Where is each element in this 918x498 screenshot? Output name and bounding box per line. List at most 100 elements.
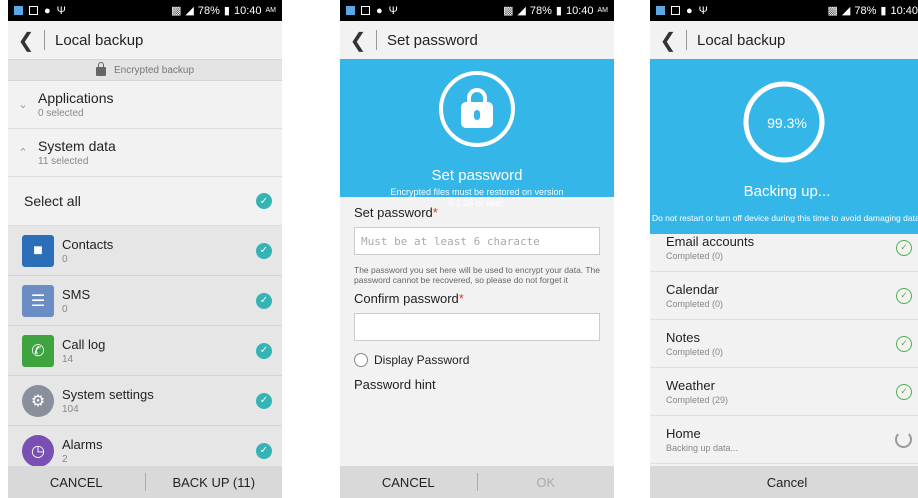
battery-icon: ▮ [555,5,562,17]
back-up-button[interactable]: BACK UP (11) [146,475,283,490]
item-name: Call log [62,336,106,352]
item-name: Home [666,426,701,441]
ok-button[interactable]: OK [478,475,615,490]
cat-icon: ● [44,4,51,17]
lock-icon [95,62,106,76]
chevron-down-icon: ⌄ [18,99,28,111]
image-icon [671,6,680,15]
cancel-button[interactable]: Cancel [650,475,918,490]
title-bar: ❮ Local backup [8,21,282,59]
action-bar: Cancel [650,466,918,498]
display-password-row[interactable]: Display Password [354,353,600,367]
list-item-sms[interactable]: ☰ SMS 0 ✓ [8,276,282,326]
image-icon [29,6,38,15]
item-count: 0 [62,253,68,265]
backup-selection-screen: ● Ψ ▩ ◢ 78% ▮ 10:40 AM ❮ Local backup En… [8,0,282,498]
completed-check-icon: ✓ [896,239,912,256]
set-password-input[interactable]: Must be at least 6 characte [354,227,600,255]
sms-icon: ☰ [22,284,54,317]
back-arrow-icon[interactable]: ❮ [14,28,38,53]
backing-up-label: Backing up... [743,183,831,200]
item-status: Backing up data... [666,443,739,453]
back-arrow-icon[interactable]: ❮ [656,28,680,53]
confirm-password-input[interactable] [354,313,600,341]
battery-level: 78% [854,4,877,17]
list-item-system-settings[interactable]: ⚙ System settings 104 ✓ [8,376,282,426]
progress-percent: 99.3% [767,115,807,131]
category-applications[interactable]: ⌄ Applications 0 selected [8,81,282,129]
battery-icon: ▮ [223,5,230,17]
item-count: 0 [62,303,68,315]
contacts-icon: ■ [22,234,54,267]
signal-icon: ◢ [517,5,526,17]
chevron-up-icon: ⌃ [18,147,28,159]
title-bar: ❮ Set password [340,21,614,59]
input-placeholder: Must be at least 6 characte [361,234,540,248]
check-icon[interactable]: ✓ [256,442,272,459]
check-icon[interactable]: ✓ [256,392,272,409]
list-item-call-log[interactable]: ✆ Call log 14 ✓ [8,326,282,376]
category-name: System data [38,138,116,154]
item-status: Completed (0) [666,347,724,357]
list-item-calendar: Calendar Completed (0) ✓ [650,272,918,320]
category-name: Applications [38,90,114,106]
select-all-label: Select all [24,193,81,209]
item-name: Calendar [666,282,719,297]
cancel-button[interactable]: CANCEL [340,475,477,490]
category-count: 0 selected [38,108,84,119]
completed-check-icon: ✓ [896,287,912,304]
sim-icon: ▩ [171,5,182,17]
battery-level: 78% [529,4,552,17]
item-name: Contacts [62,236,114,252]
divider [376,30,377,50]
clock: 10:40 [233,4,262,17]
list-item-contacts[interactable]: ■ Contacts 0 ✓ [8,226,282,276]
set-password-screen: ● Ψ ▩ ◢ 78% ▮ 10:40 AM ❮ Set password Se… [340,0,614,498]
settings-icon: ⚙ [22,384,54,417]
call-log-icon: ✆ [22,334,54,367]
cat-icon: ● [686,4,693,17]
usb-icon: Ψ [698,4,708,17]
battery-icon: ▮ [880,5,887,17]
usb-icon: Ψ [388,4,398,17]
notification-icon [656,6,665,15]
sim-icon: ▩ [503,5,514,17]
completed-check-icon: ✓ [896,335,912,352]
encrypted-backup-toggle[interactable]: Encrypted backup [8,59,282,81]
clock-ampm: AM [265,7,277,14]
hero-title: Set password [431,167,523,184]
password-help-text: The password you set here will be used t… [354,265,601,285]
action-bar: CANCEL BACK UP (11) [8,466,282,498]
divider [686,30,687,50]
progress-list: Email accounts Completed (0) ✓ Calendar … [650,224,918,464]
notification-icon [346,6,355,15]
item-name: Notes [666,330,700,345]
list-item-home: Home Backing up data... [650,416,918,464]
title-bar: ❮ Local backup [650,21,918,59]
lock-icon [439,71,515,147]
item-status: Completed (29) [666,395,729,405]
item-name: System settings [62,386,154,402]
warning-text: Do not restart or turn off device during… [651,213,918,223]
item-status: Completed (0) [666,299,724,309]
check-icon[interactable]: ✓ [256,193,272,209]
battery-level: 78% [197,4,220,17]
signal-icon: ◢ [185,5,194,17]
list-item-weather: Weather Completed (29) ✓ [650,368,918,416]
check-icon[interactable]: ✓ [256,242,272,259]
sim-icon: ▩ [827,5,838,17]
clock: 10:40 [565,4,594,17]
item-count: 14 [62,353,74,365]
status-bar: ● Ψ ▩ ◢ 78% ▮ 10:40 AM [340,0,614,21]
back-arrow-icon[interactable]: ❮ [346,28,370,53]
check-icon[interactable]: ✓ [256,292,272,309]
cancel-button[interactable]: CANCEL [8,475,145,490]
select-all-row[interactable]: Select all ✓ [8,177,282,226]
check-icon[interactable]: ✓ [256,342,272,359]
display-password-radio[interactable] [354,353,368,367]
category-count: 11 selected [38,156,89,167]
category-system-data[interactable]: ⌃ System data 11 selected [8,129,282,177]
usb-icon: Ψ [56,4,66,17]
item-status: Completed (0) [666,251,724,261]
password-hero: Set password Encrypted files must be res… [340,59,614,208]
